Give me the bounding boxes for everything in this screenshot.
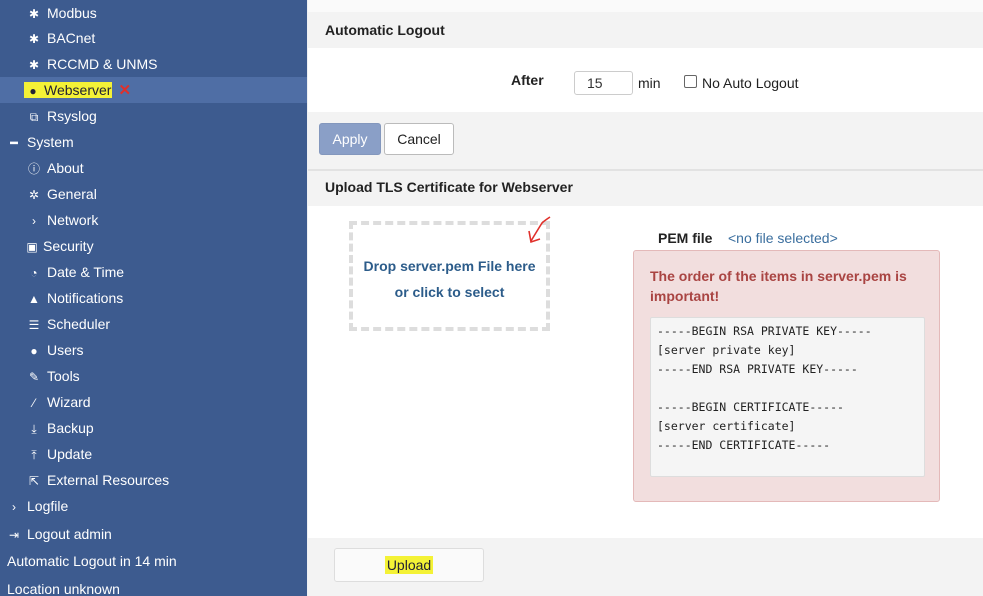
- sidebar-item-backup[interactable]: ⤓ Backup: [26, 415, 94, 441]
- apply-button[interactable]: Apply: [319, 123, 381, 155]
- sidebar-item-system[interactable]: ━ System: [6, 129, 74, 155]
- sidebar-item-label: Notifications: [47, 290, 124, 306]
- list-icon: ☰: [28, 318, 40, 332]
- sidebar-item-rccmd-unms[interactable]: ✱ RCCMD & UNMS: [26, 51, 157, 77]
- globe-icon: ●: [29, 84, 37, 98]
- sidebar-item-label: Update: [47, 446, 93, 462]
- users-icon: ●: [30, 344, 38, 358]
- sidebar-item-users[interactable]: ● Users: [26, 337, 84, 363]
- logout-minutes-input[interactable]: [574, 71, 633, 95]
- sidebar-item-label: Scheduler: [47, 316, 111, 332]
- automatic-logout-panel-footer: Apply Cancel: [308, 112, 983, 169]
- tls-panel-header: Upload TLS Certificate for Webserver: [308, 171, 983, 206]
- download-icon: ⤓: [31, 422, 37, 436]
- sidebar-item-label: Backup: [47, 420, 94, 436]
- dropzone-line-2: or click to select: [394, 284, 505, 300]
- sign-out-icon: ⇥: [8, 528, 20, 542]
- sidebar-item-label: Wizard: [47, 394, 91, 410]
- sidebar-item-network[interactable]: › Network: [26, 207, 98, 233]
- minutes-unit-label: min: [638, 75, 661, 91]
- tls-panel-body: Drop server.pem File here or click to se…: [308, 206, 983, 538]
- minus-icon: ━: [10, 136, 18, 150]
- pem-file-label: PEM file: [658, 230, 713, 246]
- gears-icon: ✲: [28, 188, 40, 202]
- sidebar-item-tools[interactable]: ✎ Tools: [26, 363, 80, 389]
- main-content: Automatic Logout After min No Auto Logou…: [308, 0, 983, 596]
- sidebar-item-label: External Resources: [47, 472, 170, 488]
- sidebar-item-about[interactable]: ⓘ About: [26, 155, 84, 181]
- sidebar-item-rsyslog[interactable]: ⧉ Rsyslog: [26, 103, 97, 129]
- annotation-cross-icon: ✕: [118, 82, 132, 99]
- sidebar-item-label: General: [47, 186, 97, 202]
- sidebar-item-scheduler[interactable]: ☰ Scheduler: [26, 311, 110, 337]
- bell-icon: ▲: [28, 292, 40, 306]
- sidebar-item-label: BACnet: [47, 30, 96, 46]
- upload-button-label: Upload: [384, 556, 434, 574]
- sidebar-item-general[interactable]: ✲ General: [26, 181, 97, 207]
- no-auto-logout-checkbox[interactable]: [684, 75, 697, 88]
- sidebar-item-label: Rsyslog: [47, 108, 97, 124]
- sidebar-item-label: Network: [47, 212, 99, 228]
- pem-file-value[interactable]: <no file selected>: [728, 230, 838, 246]
- chevron-right-icon: ›: [12, 500, 16, 514]
- sidebar-item-label: Logfile: [27, 498, 69, 514]
- sidebar-item-label: Webserver: [44, 82, 112, 98]
- upload-button[interactable]: Upload: [334, 548, 484, 582]
- gear-icon: ✱: [28, 7, 40, 21]
- sidebar-item-bacnet[interactable]: ✱ BACnet: [26, 25, 95, 51]
- sidebar-item-label: RCCMD & UNMS: [47, 56, 158, 72]
- sidebar-item-label: About: [47, 160, 84, 176]
- location-status: Location unknown: [7, 581, 120, 596]
- alert-title: The order of the items in server.pem is …: [650, 268, 907, 304]
- annotation-arrow-icon: [528, 216, 551, 244]
- sidebar-item-label: Security: [43, 238, 94, 254]
- sidebar: ✱ Modbus ✱ BACnet ✱ RCCMD & UNMS ● Webserver…: [0, 0, 307, 596]
- sidebar-item-external-resources[interactable]: ⇱ External Resources: [26, 467, 169, 493]
- sidebar-item-date-time[interactable]: ◔ Date & Time: [26, 259, 124, 285]
- sidebar-item-wizard[interactable]: ⁄ Wizard: [26, 389, 91, 415]
- automatic-logout-panel-header: Automatic Logout: [308, 12, 983, 48]
- sidebar-item-label: Tools: [47, 368, 80, 384]
- sidebar-item-label: System: [27, 134, 74, 150]
- sidebar-item-label: Logout admin: [27, 526, 112, 542]
- sidebar-item-logout[interactable]: ⇥ Logout admin: [6, 521, 112, 547]
- no-auto-logout-label: No Auto Logout: [702, 75, 799, 91]
- sidebar-item-label: Modbus: [47, 5, 97, 21]
- cancel-button[interactable]: Cancel: [384, 123, 454, 155]
- sidebar-item-modbus[interactable]: ✱ Modbus: [26, 0, 97, 26]
- sidebar-item-notifications[interactable]: ▲ Notifications: [26, 285, 123, 311]
- pem-dropzone[interactable]: Drop server.pem File here or click to se…: [349, 221, 550, 331]
- upload-icon: ⤒: [31, 448, 37, 462]
- autologout-status: Automatic Logout in 14 min: [7, 553, 177, 569]
- pem-order-alert: The order of the items in server.pem is …: [633, 250, 940, 502]
- pem-template-block: -----BEGIN RSA PRIVATE KEY----- [server …: [650, 317, 925, 477]
- chevron-right-icon: ›: [32, 214, 36, 228]
- panel-title: Automatic Logout: [325, 22, 445, 38]
- info-circle-icon: ⓘ: [27, 162, 40, 176]
- top-spacer: [308, 0, 983, 12]
- gear-icon: ✱: [28, 32, 40, 46]
- tls-panel-footer: Upload: [308, 538, 983, 596]
- copy-icon: ⧉: [29, 110, 39, 124]
- sidebar-item-webserver[interactable]: ● Webserver ✕: [0, 77, 307, 103]
- lock-icon: ▣: [26, 240, 38, 254]
- dropzone-line-1: Drop server.pem File here: [363, 258, 536, 274]
- wrench-icon: ✎: [28, 370, 40, 384]
- sidebar-item-update[interactable]: ⤒ Update: [26, 441, 92, 467]
- magic-wand-icon: ⁄: [32, 396, 35, 410]
- sidebar-item-logfile[interactable]: › Logfile: [6, 493, 68, 519]
- sidebar-item-security[interactable]: ▣ Security: [26, 233, 94, 259]
- external-link-icon: ⇱: [28, 474, 40, 488]
- clock-icon: ◔: [30, 266, 38, 280]
- after-label: After: [511, 72, 544, 88]
- sidebar-item-label: Users: [47, 342, 84, 358]
- panel-title: Upload TLS Certificate for Webserver: [325, 179, 573, 195]
- gear-icon: ✱: [28, 58, 40, 72]
- sidebar-item-label: Date & Time: [47, 264, 125, 280]
- automatic-logout-panel-body: After min No Auto Logout: [308, 48, 983, 112]
